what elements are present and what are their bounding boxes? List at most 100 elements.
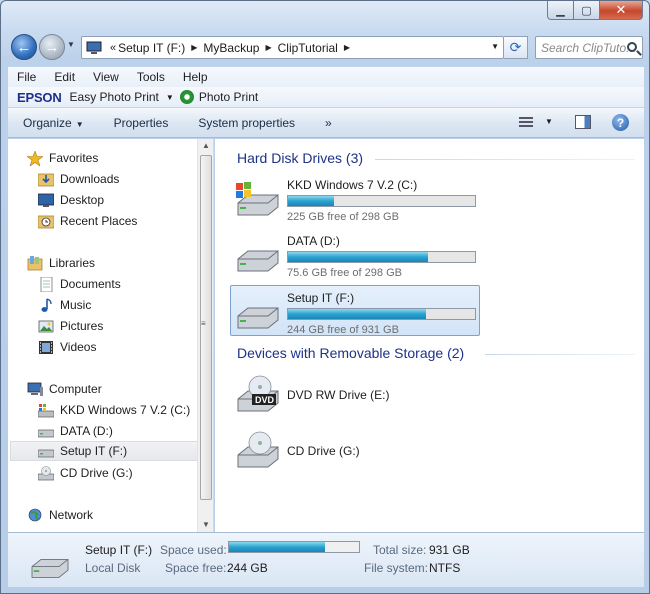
dvd-badge: DVD <box>255 395 275 405</box>
drive-free-space: 244 GB free of 931 GB <box>287 324 399 336</box>
breadcrumb-arrow-icon[interactable]: ▶ <box>344 43 350 52</box>
nav-recent-places[interactable]: Recent Places <box>37 211 138 231</box>
nav-drive-c[interactable]: KKD Windows 7 V.2 (C:) <box>37 400 191 420</box>
nav-label: Recent Places <box>60 214 138 228</box>
address-bar[interactable]: « Setup IT (F:) ▶ MyBackup ▶ ClipTutorial ▶… <box>81 36 504 59</box>
breadcrumb-setup-it[interactable]: Setup IT (F:) ▶ <box>118 41 203 55</box>
scrollbar-grip-icon: ≡ <box>201 319 206 328</box>
nav-drive-g[interactable]: CD Drive (G:) <box>37 463 133 483</box>
breadcrumb-arrow-icon[interactable]: ▶ <box>265 43 271 52</box>
dropdown-arrow-icon: ▼ <box>75 119 84 129</box>
address-overflow-chevron[interactable]: « <box>110 42 116 54</box>
nav-label: Desktop <box>60 193 105 207</box>
nav-drive-d[interactable]: DATA (D:) <box>37 421 113 441</box>
menu-tools[interactable]: Tools <box>128 70 174 84</box>
breadcrumb-cliptutorial[interactable]: ClipTutorial ▶ <box>278 41 356 55</box>
easy-photo-print-button[interactable]: Easy Photo Print <box>70 90 159 104</box>
drive-tile-e[interactable]: DVD DVD RW Drive (E:) <box>230 368 480 419</box>
dropdown-arrow-icon[interactable]: ▼ <box>545 117 553 126</box>
nav-videos[interactable]: Videos <box>38 337 96 357</box>
photo-print-icon[interactable] <box>179 90 194 104</box>
menu-file[interactable]: File <box>8 70 45 84</box>
menu-bar: File Edit View Tools Help <box>8 67 644 87</box>
space-free-label: Space free: <box>165 561 227 575</box>
caption-buttons: ▁ ▢ ✕ <box>547 1 643 21</box>
hard-drive-icon <box>237 250 279 272</box>
nav-pictures[interactable]: Pictures <box>38 316 103 336</box>
hard-disk-drives-header[interactable]: Hard Disk Drives (3) <box>237 150 363 166</box>
nav-label: Favorites <box>49 151 99 165</box>
desktop-icon <box>37 193 55 208</box>
file-system-label: File system: <box>364 561 429 575</box>
space-free-value: 244 GB <box>227 561 268 575</box>
breadcrumb-arrow-icon[interactable]: ▶ <box>191 43 197 52</box>
hard-drive-icon <box>37 444 55 459</box>
nav-music[interactable]: Music <box>38 295 91 315</box>
breadcrumb-label: Setup IT (F:) <box>118 40 186 55</box>
navigation-pane: Favorites Downloads Desktop Recent Place… <box>8 139 214 532</box>
drive-tile-f[interactable]: Setup IT (F:) 244 GB free of 931 GB <box>230 285 480 336</box>
nav-network[interactable]: Network <box>27 505 93 525</box>
menu-edit[interactable]: Edit <box>45 70 84 84</box>
drive-tile-g[interactable]: CD Drive (G:) <box>230 424 480 475</box>
drive-tile-c[interactable]: KKD Windows 7 V.2 (C:) 225 GB free of 29… <box>230 172 480 223</box>
hard-drive-icon <box>31 558 69 578</box>
search-icon[interactable] <box>627 42 637 52</box>
nav-label: CD Drive (G:) <box>60 466 133 480</box>
change-view-button[interactable]: ▼ <box>519 115 557 131</box>
recent-pages-dropdown[interactable]: ▼ <box>67 40 75 49</box>
chevron-down-icon: ▼ <box>491 42 499 51</box>
dropdown-arrow-icon: ▼ <box>165 92 174 102</box>
pictures-icon <box>38 319 54 334</box>
drive-usage-fill <box>288 252 428 262</box>
properties-button[interactable]: Properties <box>99 116 184 130</box>
drive-usage-bar <box>287 308 476 320</box>
breadcrumb-mybackup[interactable]: MyBackup ▶ <box>203 41 277 55</box>
preview-pane-button[interactable] <box>575 115 591 129</box>
music-note-icon <box>38 297 54 313</box>
libraries-icon <box>27 255 43 271</box>
hard-drive-icon <box>237 307 279 329</box>
close-button[interactable]: ✕ <box>600 1 643 20</box>
maximize-button[interactable]: ▢ <box>574 1 600 20</box>
nav-favorites[interactable]: Favorites <box>26 148 99 168</box>
navigation-scrollbar[interactable]: ▲ ≡ ▼ <box>197 139 213 532</box>
nav-documents[interactable]: Documents <box>38 274 121 294</box>
refresh-button[interactable]: ⟳ <box>504 36 528 59</box>
nav-downloads[interactable]: Downloads <box>37 169 119 189</box>
nav-libraries[interactable]: Libraries <box>27 253 95 273</box>
removable-storage-header[interactable]: Devices with Removable Storage (2) <box>237 345 464 361</box>
nav-computer[interactable]: Computer <box>27 379 102 399</box>
help-button[interactable]: ? <box>612 114 629 131</box>
recent-places-icon <box>37 214 55 229</box>
system-properties-button[interactable]: System properties <box>183 116 310 130</box>
total-size-value: 931 GB <box>429 543 470 557</box>
forward-button[interactable]: → <box>39 34 65 60</box>
minimize-button[interactable]: ▁ <box>547 1 574 20</box>
menu-help[interactable]: Help <box>174 70 217 84</box>
nav-label: KKD Windows 7 V.2 (C:) <box>60 403 191 417</box>
nav-drive-f[interactable]: Setup IT (F:) <box>10 441 198 461</box>
navigation-bar: ← → ▼ « Setup IT (F:) ▶ MyBackup ▶ ClipTut… <box>9 32 643 62</box>
windows-drive-icon <box>37 403 55 418</box>
organize-button[interactable]: Organize ▼ <box>8 116 99 130</box>
drive-tile-d[interactable]: DATA (D:) 75.6 GB free of 298 GB <box>230 228 480 279</box>
easy-photo-print-dropdown[interactable]: ▼ <box>166 93 174 102</box>
back-button[interactable]: ← <box>11 34 37 60</box>
more-commands-button[interactable]: » <box>310 116 347 130</box>
chevron-down-icon: ▼ <box>67 40 75 49</box>
scroll-up-arrow-icon[interactable]: ▲ <box>202 141 210 150</box>
photo-print-button[interactable]: Photo Print <box>199 90 258 104</box>
organize-label: Organize <box>23 115 72 130</box>
menu-view[interactable]: View <box>84 70 128 84</box>
group-divider <box>375 159 635 160</box>
address-history-dropdown[interactable]: ▼ <box>491 42 499 51</box>
scroll-down-arrow-icon[interactable]: ▼ <box>202 520 210 529</box>
search-input[interactable]: Search ClipTuto... <box>535 36 643 59</box>
details-pane: Setup IT (F:) Local Disk Space used: Spa… <box>8 532 644 587</box>
breadcrumb-label: ClipTutorial <box>277 40 338 55</box>
content-pane: Hard Disk Drives (3) KKD Windows 7 V.2 (… <box>215 139 644 532</box>
computer-icon <box>86 41 102 55</box>
nav-label: Videos <box>60 340 97 354</box>
nav-desktop[interactable]: Desktop <box>37 190 105 210</box>
